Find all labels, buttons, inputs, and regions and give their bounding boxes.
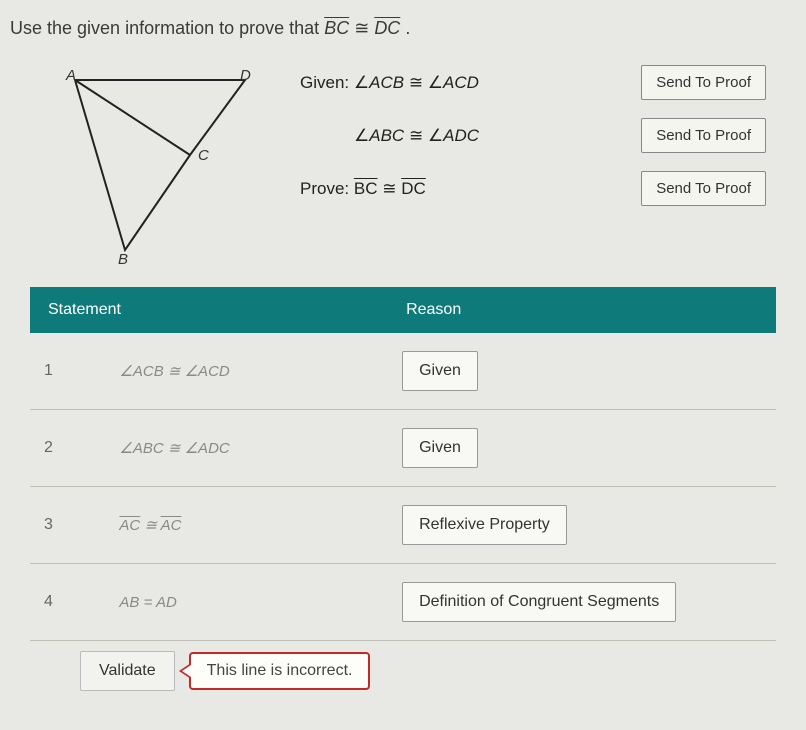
vertex-d-label: D <box>240 67 251 84</box>
reason-cell: Reflexive Property <box>388 487 776 564</box>
table-row: 3 AC ≅ AC Reflexive Property <box>30 487 776 564</box>
table-row: 4 AB = AD Definition of Congruent Segmen… <box>30 564 776 641</box>
given-proof-section: A D C B Given: ACB ACD Send To Proof ABC… <box>0 45 806 275</box>
given-row-1: Given: ACB ACD Send To Proof <box>300 65 766 100</box>
send-to-proof-button-1[interactable]: Send To Proof <box>641 65 766 100</box>
given-line2: ABC ADC <box>300 126 479 146</box>
reason-box[interactable]: Definition of Congruent Segments <box>402 582 676 622</box>
reason-box[interactable]: Given <box>402 351 478 391</box>
prompt-prefix: Use the given information to prove that <box>10 18 324 38</box>
reason-box[interactable]: Given <box>402 428 478 468</box>
vertex-c-label: C <box>198 147 209 164</box>
given-block: Given: ACB ACD Send To Proof ABC ADC Sen… <box>300 65 766 224</box>
vertex-a-label: A <box>66 67 76 84</box>
header-statement: Statement <box>30 287 388 333</box>
given-label: Given: <box>300 73 349 92</box>
step-number: 2 <box>30 410 105 487</box>
proof-table-header: Statement Reason <box>30 287 776 333</box>
prompt-suffix: . <box>405 18 410 38</box>
proof-table: Statement Reason 1 ∠ACB ≅ ∠ACD Given 2 ∠… <box>30 287 776 641</box>
statement-cell: ∠ACB ≅ ∠ACD <box>105 333 388 410</box>
table-row: 2 ∠ABC ≅ ∠ADC Given <box>30 410 776 487</box>
statement-cell: AB = AD <box>105 564 388 641</box>
error-message: This line is incorrect. <box>189 652 371 690</box>
step-number: 1 <box>30 333 105 410</box>
prompt-rel: ≅ <box>354 18 374 38</box>
step-number: 3 <box>30 487 105 564</box>
validate-button[interactable]: Validate <box>80 651 175 691</box>
validate-row: Validate This line is incorrect. <box>0 641 806 691</box>
reason-box[interactable]: Reflexive Property <box>402 505 567 545</box>
reason-cell: Given <box>388 410 776 487</box>
given-line1: Given: ACB ACD <box>300 73 479 93</box>
table-row: 1 ∠ACB ≅ ∠ACD Given <box>30 333 776 410</box>
given-row-2: ABC ADC Send To Proof <box>300 118 766 153</box>
reason-cell: Given <box>388 333 776 410</box>
prove-label: Prove: <box>300 179 349 198</box>
problem-prompt: Use the given information to prove that … <box>0 0 806 45</box>
send-to-proof-button-2[interactable]: Send To Proof <box>641 118 766 153</box>
statement-cell: ∠ABC ≅ ∠ADC <box>105 410 388 487</box>
reason-cell: Definition of Congruent Segments <box>388 564 776 641</box>
statement-cell: AC ≅ AC <box>105 487 388 564</box>
prompt-seg2: DC <box>374 18 400 38</box>
prompt-seg1: BC <box>324 18 349 38</box>
step-number: 4 <box>30 564 105 641</box>
header-reason: Reason <box>388 287 776 333</box>
geometry-diagram: A D C B <box>60 65 270 265</box>
prove-line: Prove: BC DC <box>300 179 426 199</box>
vertex-b-label: B <box>118 251 128 268</box>
send-to-proof-button-3[interactable]: Send To Proof <box>641 171 766 206</box>
prove-row: Prove: BC DC Send To Proof <box>300 171 766 206</box>
